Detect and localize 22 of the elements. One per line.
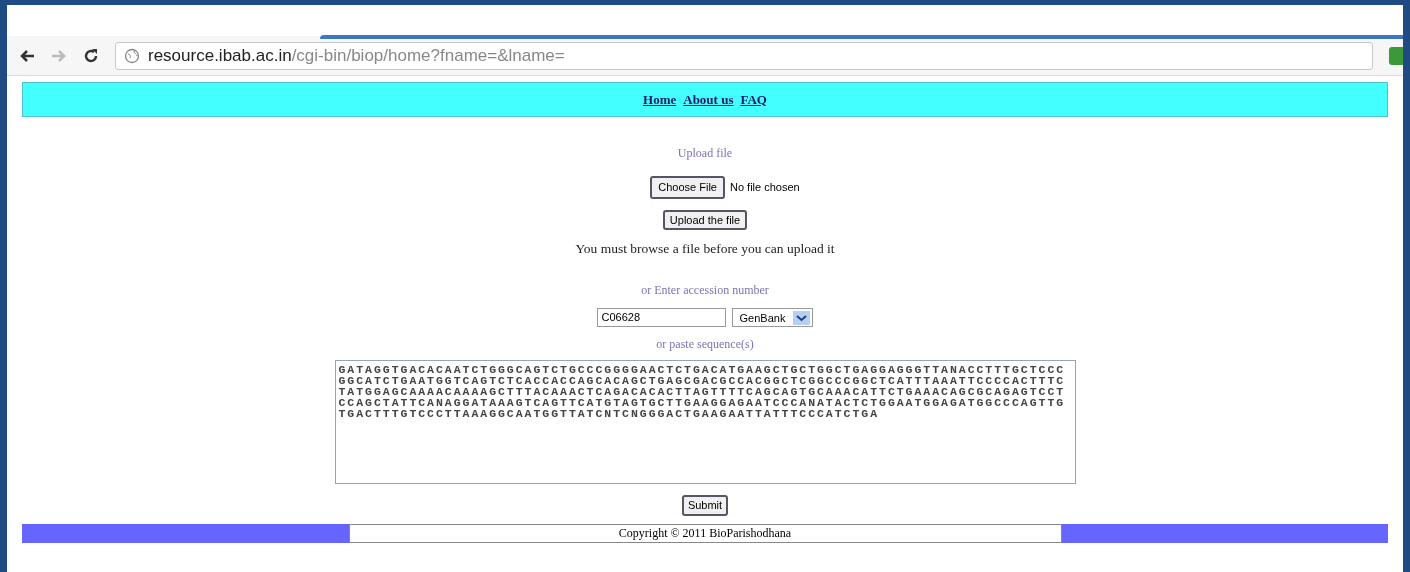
url-text: resource.ibab.ac.in/cgi-bin/biop/home?fname=&lname= bbox=[148, 44, 565, 67]
section-heading: Upload file bbox=[677, 145, 733, 162]
submit-button[interactable]: Submit bbox=[681, 495, 729, 516]
file-status: No file chosen bbox=[730, 180, 800, 195]
chevron-down-icon bbox=[793, 310, 811, 325]
copyright-footer: Copyright © 2011 BioParishodhana bbox=[348, 523, 1062, 543]
reload-icon[interactable] bbox=[83, 47, 99, 64]
section-heading: or Enter accession number bbox=[641, 282, 769, 300]
upload-button[interactable]: Upload the file bbox=[662, 209, 748, 230]
section-heading: or paste sequence(s) bbox=[656, 336, 754, 354]
address-bar[interactable]: resource.ibab.ac.in/cgi-bin/biop/home?fname=&lname= bbox=[115, 41, 1373, 70]
globe-icon bbox=[124, 47, 140, 64]
back-icon[interactable] bbox=[19, 48, 35, 63]
extension-icon[interactable] bbox=[1389, 46, 1403, 65]
nav-link[interactable]: About us bbox=[683, 89, 734, 110]
nav-link[interactable]: FAQ bbox=[740, 89, 767, 110]
database-dropdown[interactable]: GenBank bbox=[731, 308, 814, 328]
upload-message: You must browse a file before you can upload it bbox=[575, 240, 835, 258]
sequence-textarea[interactable]: GATAGGTGACACAATCTGGGCAGTCTGCCCGGGGAACTCTGACATGAAGCTGCTGGCTGAGGAGGGTTANACCTTTGCTCCC GGCATCTGAATGGTCAGTCTCACCACCAGCACAGCTGAGCGACGCCACGGCTCGGCCCGGCTCATTTAAATTCCCCACTTTC TATGGAGCAAAACAAAAGCTTTACAAACTCAGACACACTTAGTTTTCAGCAGTGCAAACATTCTGAAACAGCGCAGAGTCCT CCAGCTATTCANAGGATAAAGTCAGTTCATGTAGTGCTTGAAGGAGAATCCCANATACTCTGGAATGGAGATGGCCCAGTTG TGACTTTGTCCCTTAAAGGCAATGGTTATCNTCNGGGACTGAAGAATTATTTCCCATCTGA bbox=[334, 360, 1076, 485]
accession-field[interactable]: C06628 bbox=[596, 308, 726, 328]
choose-file-button[interactable]: Choose File bbox=[650, 176, 725, 199]
nav-link[interactable]: Home bbox=[643, 89, 677, 110]
